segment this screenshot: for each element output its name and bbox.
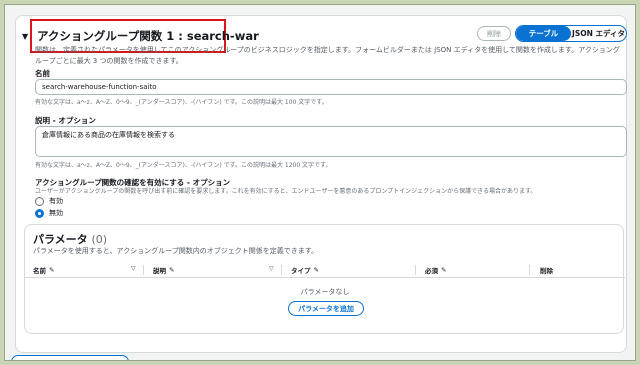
column-delete-label: 削除	[540, 267, 553, 275]
column-description[interactable]: 説明 ✎	[153, 265, 174, 275]
radio-disabled[interactable]	[35, 208, 44, 218]
column-required[interactable]: 必須 ✎	[425, 265, 446, 275]
parameters-count: (0)	[91, 233, 108, 246]
sort-down-icon[interactable]: ▽	[269, 265, 274, 272]
parameters-title: パラメータ	[33, 233, 88, 246]
radio-enabled-label: 有効	[49, 197, 63, 205]
column-name-label: 名前	[33, 267, 46, 275]
column-delete: 削除	[540, 265, 553, 275]
parameters-description: パラメータを使用すると、アクショングループ関数内のオブジェクト関係を定義できます…	[33, 247, 319, 255]
screenshot-frame: ▼ アクショングループ関数 1 : search-war 削除 テーブル JSO…	[4, 4, 636, 361]
column-type-label: タイプ	[291, 267, 311, 275]
pencil-icon: ✎	[49, 266, 55, 274]
pencil-icon: ✎	[313, 266, 319, 274]
radio-enabled[interactable]	[35, 196, 44, 206]
pencil-icon: ✎	[441, 266, 447, 274]
column-required-label: 必須	[425, 267, 438, 275]
add-parameter-button[interactable]: パラメータを追加	[288, 301, 364, 316]
parameters-panel: パラメータ (0) パラメータを使用すると、アクショングループ関数内のオブジェク…	[24, 224, 625, 334]
editor-mode-toggle: テーブル JSON エディタ	[515, 25, 627, 42]
tab-json-editor[interactable]: JSON エディタ	[571, 26, 626, 41]
collapse-caret-icon[interactable]: ▼	[22, 32, 28, 41]
column-type[interactable]: タイプ ✎	[291, 265, 319, 275]
function-title: アクショングループ関数 1 : search-war	[37, 29, 259, 43]
pencil-icon: ✎	[169, 266, 175, 274]
name-hint: 有効な文字は、a〜z、A〜Z、0〜9、_(アンダースコア)、-(ハイフン) です…	[35, 99, 328, 106]
function-description: 関数は、定義されたパラメータを使用してこのアクショングループのビジネスロジックを…	[35, 46, 620, 65]
column-divider	[143, 265, 144, 275]
tab-table[interactable]: テーブル	[516, 26, 571, 41]
column-divider	[415, 265, 416, 275]
parameters-table-header: 名前 ✎ ▽ 説明 ✎ ▽ タイプ ✎ 必須 ✎ 削除	[25, 262, 625, 278]
column-divider	[529, 265, 530, 275]
column-description-label: 説明	[153, 267, 166, 275]
sort-down-icon[interactable]: ▽	[131, 265, 136, 272]
column-name[interactable]: 名前 ✎	[33, 265, 54, 275]
confirmation-hint: ユーザーがアクショングループの関数を呼び出す前に確認を要求します。これを有効にす…	[35, 188, 537, 195]
parameters-heading: パラメータ (0)	[33, 231, 107, 247]
add-function-button[interactable]	[11, 355, 129, 360]
description-field[interactable]: 倉庫情報にある商品の在庫情報を検索する	[35, 126, 627, 157]
column-divider	[281, 265, 282, 275]
radio-enabled-row[interactable]: 有効	[35, 196, 63, 206]
name-label: 名前	[35, 69, 50, 78]
radio-disabled-row[interactable]: 無効	[35, 208, 63, 218]
name-field[interactable]: search-warehouse-function-saito	[35, 79, 627, 95]
delete-function-button[interactable]: 削除	[477, 26, 511, 41]
description-label: 説明 - オプション	[35, 116, 96, 125]
description-hint: 有効な文字は、a〜z、A〜Z、0〜9、_(アンダースコア)、-(ハイフン) です…	[35, 162, 332, 169]
parameters-empty-state: パラメータなし	[300, 288, 350, 296]
radio-disabled-label: 無効	[49, 209, 63, 217]
